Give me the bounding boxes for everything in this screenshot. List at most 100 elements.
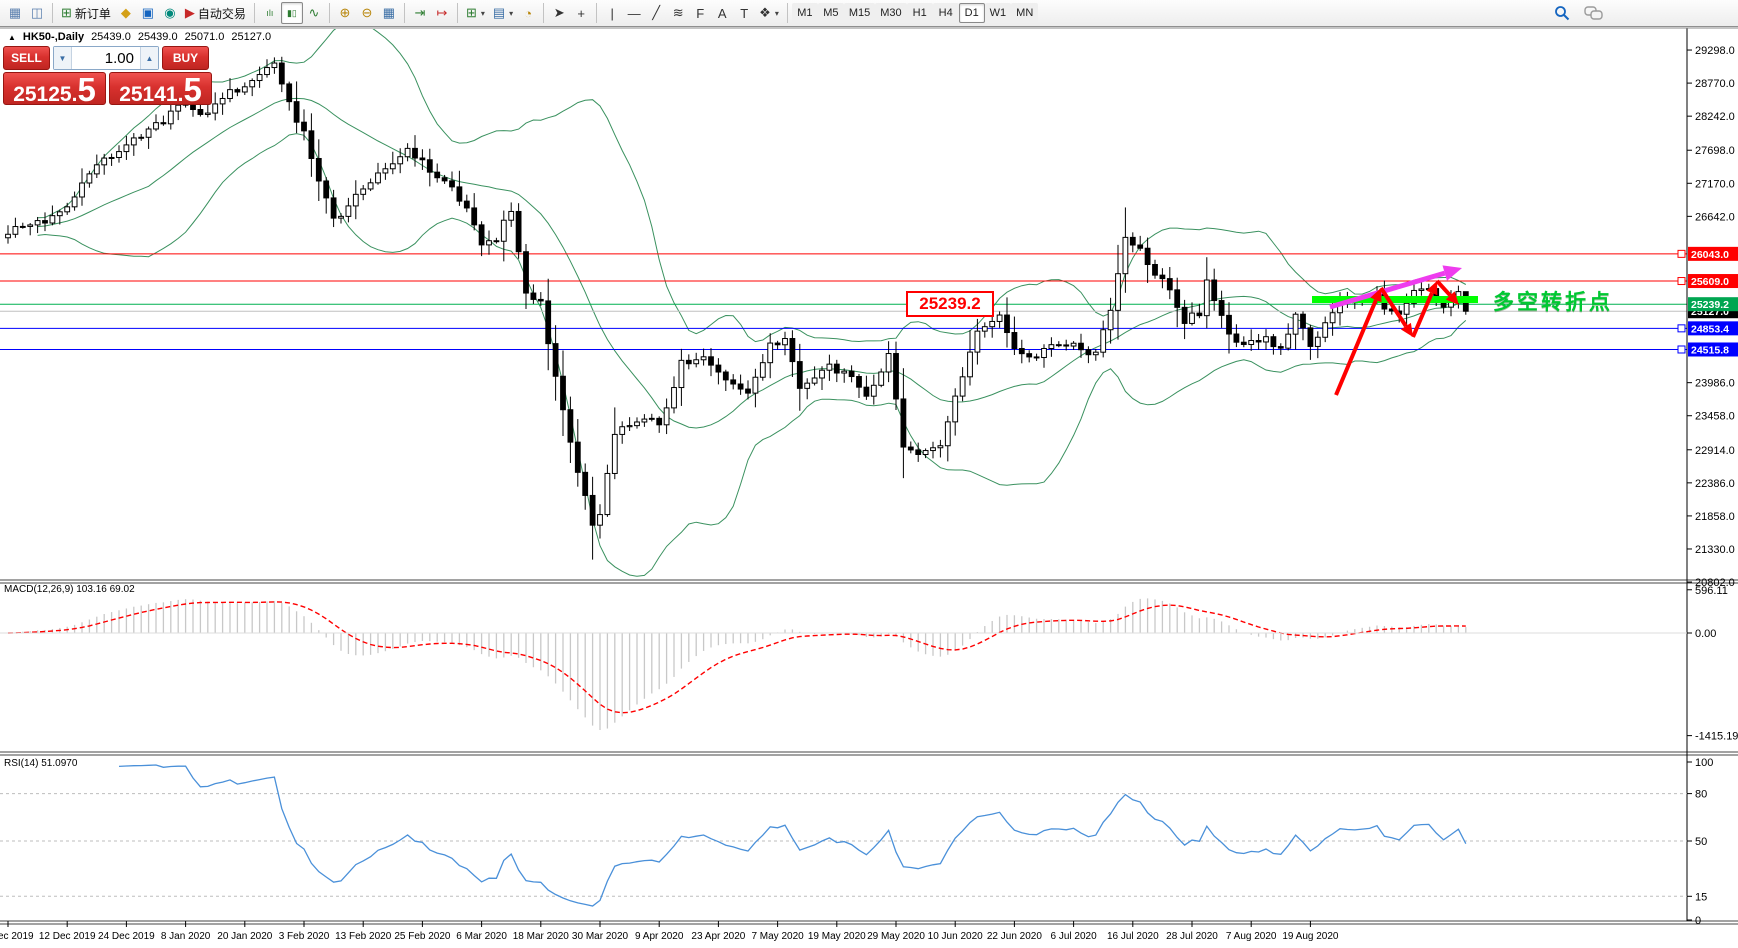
timeframe-M30[interactable]: M30 — [875, 3, 906, 23]
line-chart-icon[interactable]: ∿ — [303, 2, 325, 24]
chat-icon[interactable] — [1584, 5, 1604, 21]
search-icon[interactable] — [1554, 5, 1570, 21]
zoom-in-icon[interactable]: ⊕ — [334, 2, 356, 24]
new-order-button[interactable]: ⊞新订单 — [57, 2, 115, 24]
buy-price[interactable]: 25141.5 — [109, 72, 212, 105]
timeframe-M5[interactable]: M5 — [818, 3, 844, 23]
text-icon[interactable]: A — [711, 2, 733, 24]
pane-frames — [0, 28, 1738, 924]
mt4-window: { "toolbar": { "groups": [ [ {"name":"ch… — [0, 0, 1738, 948]
crosshair-icon: + — [577, 6, 585, 21]
tile-windows-icon[interactable]: ▦ — [378, 2, 400, 24]
price-tick-label: 22386.0 — [1695, 478, 1735, 490]
price-tag-label: 25239.2 — [1691, 299, 1729, 311]
toolbar-separator — [457, 3, 458, 23]
zoom-out-icon[interactable]: ⊖ — [356, 2, 378, 24]
channel-icon[interactable]: ≋ — [667, 2, 689, 24]
toolbar-separator — [543, 3, 544, 23]
date-tick-label: 6 Jul 2020 — [1051, 931, 1098, 942]
sell-price[interactable]: 25125.5 — [3, 72, 106, 105]
new-order-button-label: 新订单 — [75, 5, 111, 22]
timeframe-MN[interactable]: MN — [1011, 3, 1038, 23]
date-tick-label: 19 May 2020 — [808, 931, 866, 942]
new-chart-icon[interactable]: ⊞▾ — [462, 2, 489, 24]
buy-button[interactable]: BUY — [162, 46, 209, 70]
volume-decrement[interactable]: ▼ — [54, 47, 72, 69]
rsi-pane-content — [0, 765, 1687, 906]
timeframe-H4[interactable]: H4 — [933, 3, 959, 23]
price-tick-label: 27698.0 — [1695, 145, 1735, 157]
new-order-button: ⊞ — [61, 5, 72, 21]
timeframe-M15[interactable]: M15 — [844, 3, 875, 23]
toolbar-separator — [329, 3, 330, 23]
sell-price-frac: 5 — [77, 74, 95, 105]
rsi-tick-label: 0 — [1695, 915, 1701, 927]
fibo-icon: F — [696, 6, 704, 21]
arrows-icon[interactable]: ❖▾ — [755, 2, 783, 24]
cursor-icon[interactable]: ➤ — [548, 2, 570, 24]
autotrading-button: ▶ — [185, 5, 195, 21]
sell-price-int: 25125 — [13, 79, 71, 110]
price-tick-label: 27170.0 — [1695, 178, 1735, 190]
vline-icon: | — [610, 6, 613, 21]
toolbar-right — [1554, 5, 1604, 21]
period-clock-icon[interactable]: ◔ — [517, 2, 539, 24]
price-level-callout[interactable]: 25239.2 — [906, 291, 994, 317]
rsi-label: RSI(14) 51.0970 — [4, 758, 77, 769]
cursor-icon: ➤ — [554, 5, 565, 21]
toolbar: ▦◫⊞新订单◆▣◉▶自动交易ılı▮▯∿⊕⊖▦⇥↦⊞▾▤▾◔➤+|—╱≋FAT❖… — [0, 0, 1738, 27]
signals-icon: ◉ — [164, 5, 175, 21]
price-tag-label: 24515.8 — [1691, 344, 1729, 356]
chart-shift-icon: ↦ — [436, 5, 447, 21]
vline-icon[interactable]: | — [601, 2, 623, 24]
sell-button[interactable]: SELL — [3, 46, 50, 70]
charts-grid-icon[interactable]: ▦ — [4, 2, 26, 24]
trendline-icon[interactable]: ╱ — [645, 2, 667, 24]
auto-scroll-icon[interactable]: ⇥ — [409, 2, 431, 24]
price-tick-label: 22914.0 — [1695, 445, 1735, 457]
date-tick-label: 20 Jan 2020 — [217, 931, 272, 942]
date-tick-label: 6 Mar 2020 — [456, 931, 507, 942]
date-tick-label: 3 Feb 2020 — [279, 931, 330, 942]
candles — [6, 57, 1469, 560]
rsi-line — [119, 765, 1466, 906]
profiles-icon[interactable]: ▤▾ — [489, 2, 517, 24]
profiles-icon: ▤ — [493, 5, 505, 21]
date-tick-label: 29 May 2020 — [867, 931, 925, 942]
bar-chart-icon[interactable]: ılı — [259, 2, 281, 24]
volume-stepper: ▼ 1.00 ▲ — [53, 46, 159, 70]
timeframe-W1[interactable]: W1 — [985, 3, 1012, 23]
data-window-icon[interactable]: ◫ — [26, 2, 48, 24]
date-tick-label: 2 Dec 2019 — [0, 931, 34, 942]
autotrading-button[interactable]: ▶自动交易 — [181, 2, 250, 24]
collapse-icon[interactable]: ▲ — [8, 33, 16, 42]
chevron-down-icon: ▾ — [775, 9, 779, 18]
gold-icon[interactable]: ◆ — [115, 2, 137, 24]
volume-value[interactable]: 1.00 — [72, 47, 140, 69]
chart-shift-icon[interactable]: ↦ — [431, 2, 453, 24]
rsi-tick-label: 100 — [1695, 757, 1713, 769]
signals-icon[interactable]: ◉ — [159, 2, 181, 24]
tile-windows-icon: ▦ — [383, 5, 395, 21]
autotrading-button-label: 自动交易 — [198, 5, 246, 22]
macd-tick-label: -1415.19 — [1695, 731, 1738, 743]
ohlc-high: 25439.0 — [138, 31, 178, 43]
hline-icon[interactable]: — — [623, 2, 645, 24]
timeframe-H1[interactable]: H1 — [907, 3, 933, 23]
date-tick-label: 22 Jun 2020 — [987, 931, 1042, 942]
zoom-in-icon: ⊕ — [339, 5, 350, 21]
timeframe-M1[interactable]: M1 — [792, 3, 818, 23]
annotation-text[interactable]: 多空转折点 — [1493, 286, 1613, 316]
community-icon[interactable]: ▣ — [137, 2, 159, 24]
candlestick-chart-icon[interactable]: ▮▯ — [281, 2, 303, 24]
textlabel-icon[interactable]: T — [733, 2, 755, 24]
fibo-icon[interactable]: F — [689, 2, 711, 24]
toolbar-separator — [596, 3, 597, 23]
chart-canvas[interactable]: 29298.028770.028242.027698.027170.026642… — [0, 0, 1738, 948]
timeframe-D1[interactable]: D1 — [959, 3, 985, 23]
date-tick-label: 16 Jul 2020 — [1107, 931, 1159, 942]
volume-increment[interactable]: ▲ — [140, 47, 158, 69]
price-tick-label: 28770.0 — [1695, 78, 1735, 90]
crosshair-icon[interactable]: + — [570, 2, 592, 24]
ohlc-close: 25127.0 — [231, 31, 271, 43]
